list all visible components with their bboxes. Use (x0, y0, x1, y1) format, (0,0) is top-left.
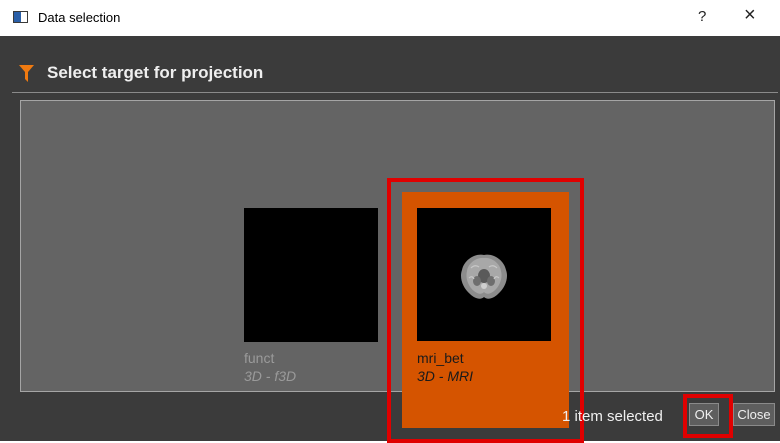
item-grid: funct 3D - f3D mri_bet 3D - MRI (20, 100, 775, 443)
item-thumbnail (244, 208, 378, 342)
window-icon (13, 11, 28, 23)
selection-status: 1 item selected (562, 408, 663, 425)
filter-icon (19, 65, 34, 82)
help-button[interactable]: ? (698, 8, 706, 25)
window-title: Data selection (38, 10, 121, 25)
item-type: 3D - f3D (244, 368, 297, 384)
item-card-funct[interactable]: funct 3D - f3D (244, 208, 378, 418)
window-titlebar: Data selection ? × (0, 0, 780, 36)
dialog-header-title: Select target for projection (47, 63, 264, 82)
item-name: funct (244, 350, 275, 366)
dialog-body: Select target for projection funct 3D - … (0, 36, 780, 443)
selection-highlight (387, 178, 584, 443)
close-button[interactable]: Close (733, 403, 775, 426)
ok-button-highlight (683, 394, 733, 438)
window-close-button[interactable]: × (744, 4, 756, 27)
header-divider (12, 92, 778, 93)
